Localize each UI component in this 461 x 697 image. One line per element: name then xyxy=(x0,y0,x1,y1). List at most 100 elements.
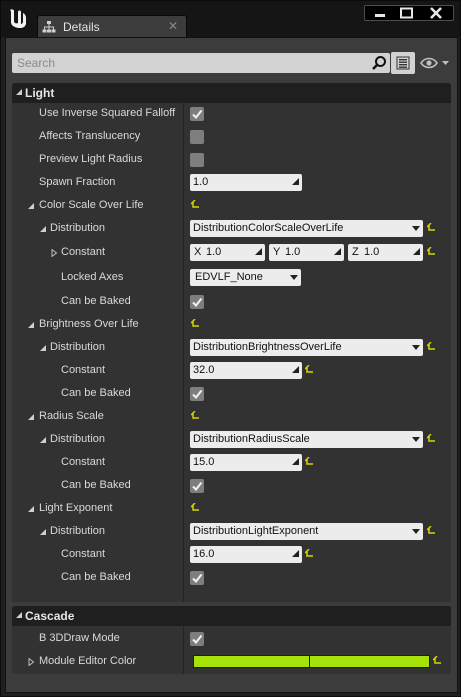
b-3d-draw-mode-checkbox[interactable] xyxy=(190,632,204,646)
drag-handle-icon xyxy=(413,248,420,255)
checkmark-icon xyxy=(192,109,203,120)
can-be-baked-checkbox[interactable] xyxy=(190,387,204,401)
expanded-arrow-icon xyxy=(16,612,22,618)
distribution-dropdown[interactable]: DistributionColorScaleOverLife xyxy=(190,220,423,237)
category-header-cascade[interactable]: Cascade xyxy=(12,606,451,626)
property-row-can-be-baked: Can be Baked xyxy=(12,475,451,497)
constant-input[interactable]: 16.0 xyxy=(190,546,302,563)
expanded-arrow-icon[interactable] xyxy=(39,225,47,233)
property-label: Affects Translucency xyxy=(39,130,141,142)
expanded-arrow-icon[interactable] xyxy=(39,436,47,444)
reset-to-default-icon[interactable] xyxy=(427,434,437,444)
chevron-down-icon xyxy=(412,226,420,231)
property-label: Radius Scale xyxy=(39,410,104,422)
distribution-dropdown[interactable]: DistributionRadiusScale xyxy=(190,431,423,448)
property-row-spawn-fraction: Spawn Fraction 1.0 xyxy=(12,172,451,194)
property-row-constant-vector[interactable]: Constant X 1.0 Y 1.0 Z 1.0 xyxy=(12,242,451,264)
search-box xyxy=(12,53,390,73)
can-be-baked-checkbox[interactable] xyxy=(190,295,204,309)
field-value: 1.0 xyxy=(206,246,222,258)
search-input[interactable] xyxy=(12,53,364,73)
minimize-button[interactable] xyxy=(367,6,393,20)
spawn-fraction-input[interactable]: 1.0 xyxy=(190,174,302,191)
details-window: Details ✕ Search Light Use Inverse Squar… xyxy=(0,0,461,697)
checkmark-icon xyxy=(192,297,203,308)
constant-z-input[interactable]: Z 1.0 xyxy=(348,244,423,261)
drag-handle-icon xyxy=(292,178,299,185)
property-label: Spawn Fraction xyxy=(39,176,116,188)
distribution-dropdown[interactable]: DistributionLightExponent xyxy=(190,523,423,540)
expanded-arrow-icon[interactable] xyxy=(39,344,47,352)
property-row-preview-light-radius: Preview Light Radius xyxy=(12,149,451,171)
reset-to-default-icon[interactable] xyxy=(191,503,201,513)
property-row-brightness-over-life[interactable]: Brightness Over Life xyxy=(12,314,451,336)
expanded-arrow-icon[interactable] xyxy=(27,321,35,329)
locked-axes-dropdown[interactable]: EDVLF_None xyxy=(190,269,301,286)
tab-details[interactable]: Details ✕ xyxy=(37,15,187,37)
can-be-baked-checkbox[interactable] xyxy=(190,571,204,585)
distribution-dropdown[interactable]: DistributionBrightnessOverLife xyxy=(190,339,423,356)
reset-to-default-icon[interactable] xyxy=(305,457,315,467)
property-row-radius-scale[interactable]: Radius Scale xyxy=(12,406,451,428)
property-row-light-exponent[interactable]: Light Exponent xyxy=(12,498,451,520)
category-cascade: Cascade B 3DDraw Mode Module Editor Colo… xyxy=(12,606,451,674)
maximize-button[interactable] xyxy=(395,6,419,20)
property-matrix-button[interactable] xyxy=(391,52,415,74)
reset-to-default-icon[interactable] xyxy=(191,411,201,421)
expanded-arrow-icon xyxy=(16,89,22,95)
checkmark-icon xyxy=(192,389,203,400)
constant-y-input[interactable]: Y 1.0 xyxy=(269,244,344,261)
category-header-light[interactable]: Light xyxy=(12,83,451,103)
property-label: Constant xyxy=(61,246,106,258)
property-row-module-editor-color: Module Editor Color xyxy=(12,651,451,673)
expanded-arrow-icon[interactable] xyxy=(27,202,35,210)
drag-handle-icon xyxy=(334,248,341,255)
reset-to-default-icon[interactable] xyxy=(305,365,315,375)
unreal-engine-logo-icon xyxy=(10,9,26,28)
property-label: Brightness Over Life xyxy=(39,318,139,330)
dropdown-value: EDVLF_None xyxy=(195,271,263,283)
tab-details-label: Details xyxy=(63,20,100,34)
expanded-arrow-icon[interactable] xyxy=(27,505,35,513)
collapsed-arrow-icon[interactable] xyxy=(50,249,58,257)
constant-input[interactable]: 32.0 xyxy=(190,362,302,379)
field-value: 16.0 xyxy=(193,548,215,560)
maximize-icon xyxy=(400,7,413,19)
reset-to-default-icon[interactable] xyxy=(427,223,437,233)
reset-to-default-icon[interactable] xyxy=(305,549,315,559)
property-row-color-scale-over-life[interactable]: Color Scale Over Life xyxy=(12,195,451,217)
property-label: Module Editor Color xyxy=(39,655,137,667)
can-be-baked-checkbox[interactable] xyxy=(190,479,204,493)
expanded-arrow-icon[interactable] xyxy=(39,528,47,536)
view-options-button[interactable] xyxy=(419,54,453,72)
constant-input[interactable]: 15.0 xyxy=(190,454,302,471)
category-title: Cascade xyxy=(25,609,75,623)
constant-x-input[interactable]: X 1.0 xyxy=(190,244,265,261)
reset-to-default-icon[interactable] xyxy=(427,342,437,352)
title-bar[interactable]: Details ✕ xyxy=(1,1,460,37)
close-window-button[interactable] xyxy=(421,6,453,20)
use-inverse-squared-falloff-checkbox[interactable] xyxy=(190,107,204,121)
property-row-can-be-baked: Can be Baked xyxy=(12,291,451,313)
property-label: Constant xyxy=(61,548,106,560)
property-row-distribution: Distribution DistributionLightExponent xyxy=(12,521,451,543)
checkmark-icon xyxy=(192,634,203,645)
tab-close-icon[interactable]: ✕ xyxy=(168,19,178,33)
preview-light-radius-checkbox[interactable] xyxy=(190,153,204,167)
checkmark-icon xyxy=(192,481,203,492)
chevron-down-icon xyxy=(290,275,298,280)
affects-translucency-checkbox[interactable] xyxy=(190,130,204,144)
reset-to-default-icon[interactable] xyxy=(191,319,201,329)
expanded-arrow-icon[interactable] xyxy=(27,413,35,421)
property-row-constant: Constant 16.0 xyxy=(12,544,451,566)
reset-to-default-icon[interactable] xyxy=(427,526,437,536)
reset-to-default-icon[interactable] xyxy=(433,656,443,666)
module-editor-color-swatch[interactable] xyxy=(193,655,430,668)
property-label: Constant xyxy=(61,364,106,376)
reset-to-default-icon[interactable] xyxy=(427,247,437,257)
collapsed-arrow-icon[interactable] xyxy=(27,658,35,666)
field-value: 1.0 xyxy=(364,246,380,258)
axis-label: Y xyxy=(273,246,281,258)
search-icon[interactable] xyxy=(371,55,387,71)
reset-to-default-icon[interactable] xyxy=(191,200,201,210)
